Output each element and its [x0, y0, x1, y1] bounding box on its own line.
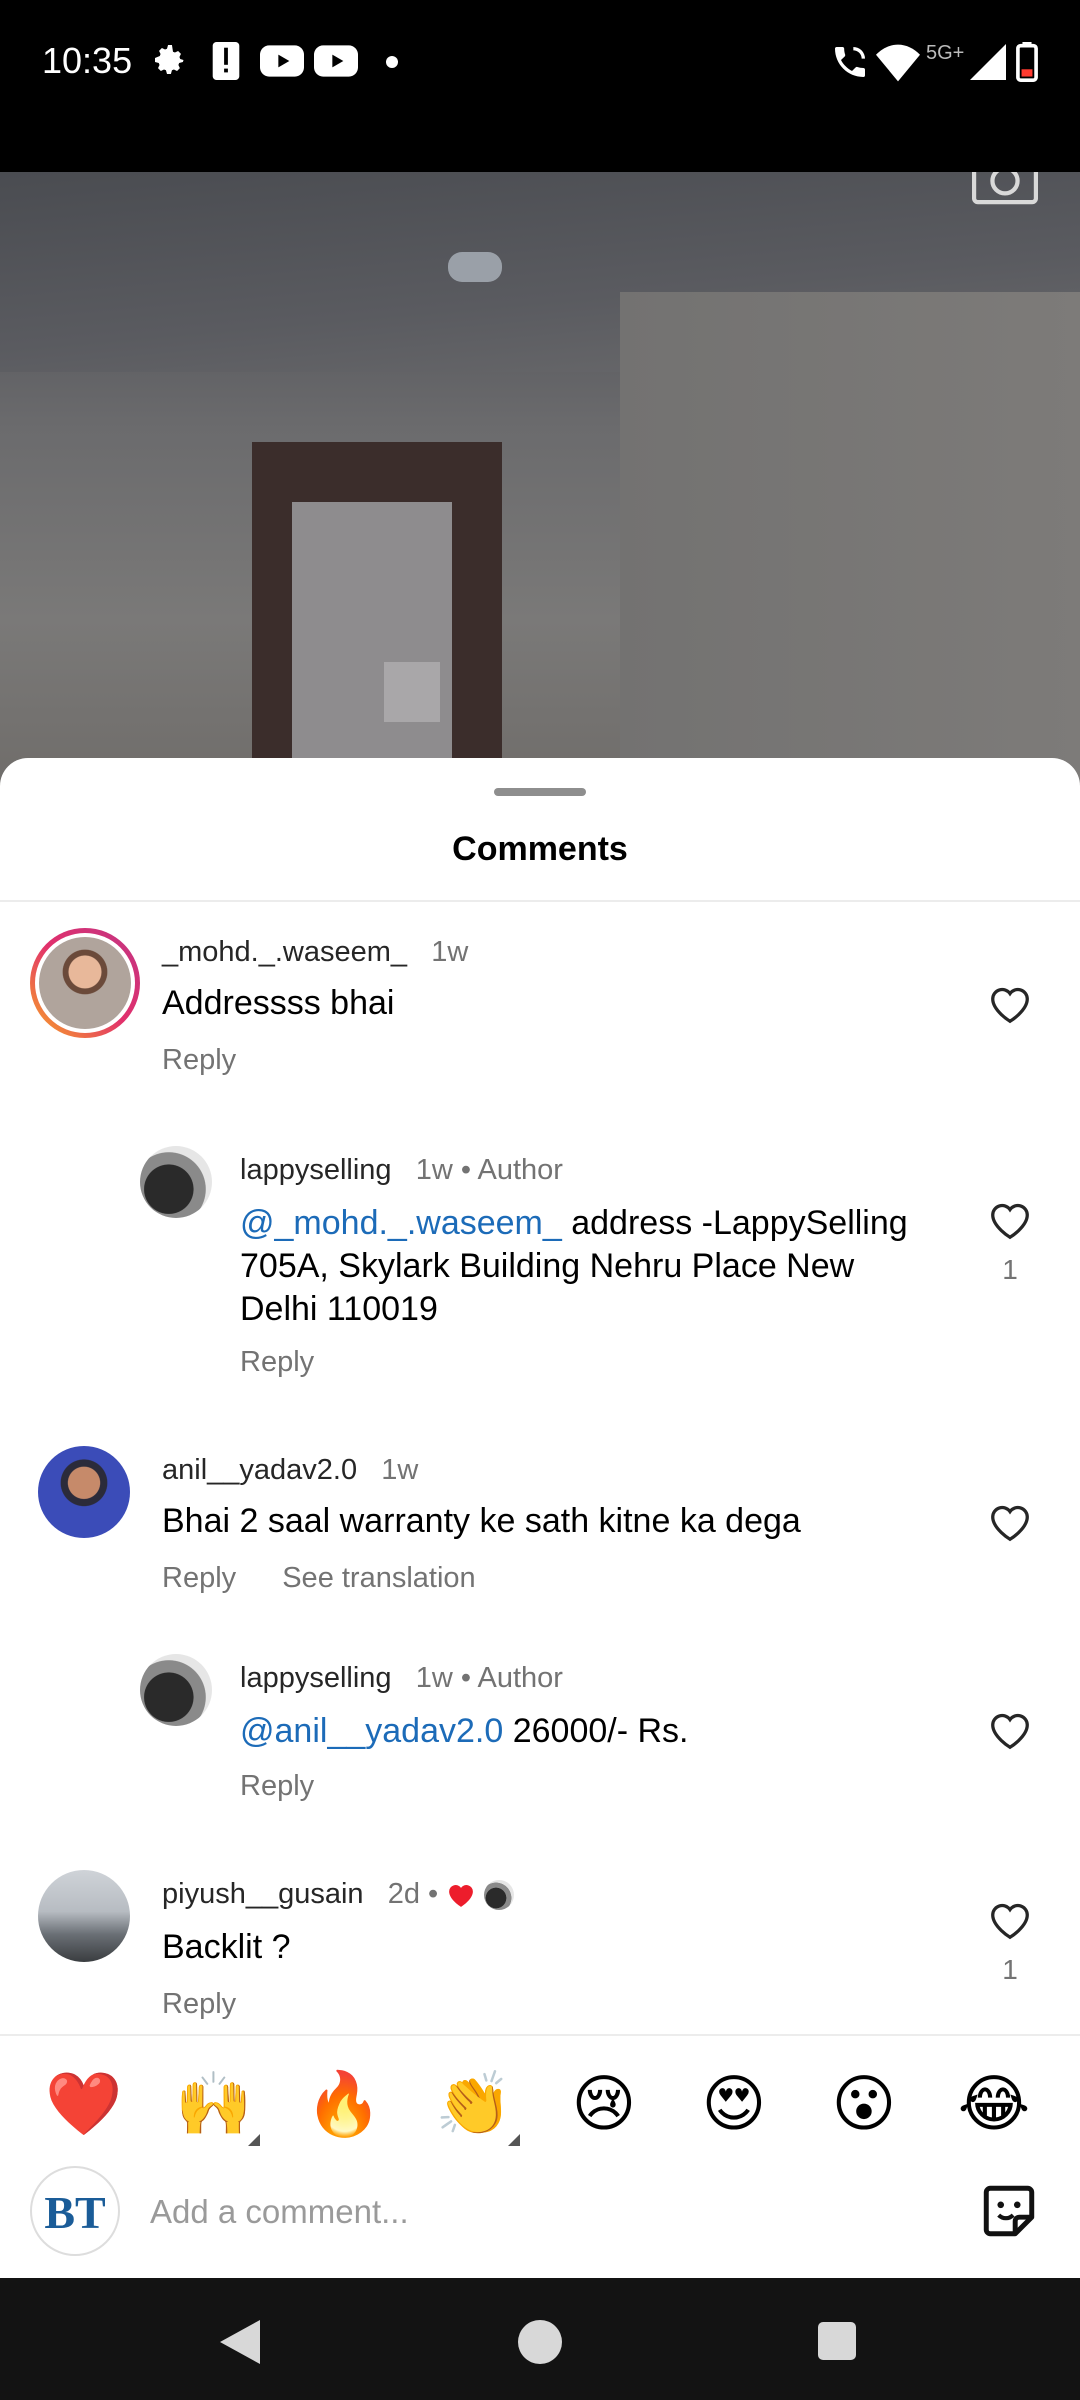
avatar-logo-text: BT: [44, 2187, 106, 2238]
back-icon[interactable]: [220, 2320, 260, 2364]
reply-button[interactable]: Reply: [162, 1988, 236, 2020]
wall: [620, 292, 1080, 812]
comment-time: 1w: [381, 1454, 419, 1486]
comment-header: piyush__gusain 2d •: [162, 1878, 515, 1911]
reply-button[interactable]: Reply: [162, 1044, 236, 1076]
separator-dot: •: [460, 1662, 478, 1694]
reply-button[interactable]: Reply: [240, 1346, 314, 1378]
network-type: 5G+: [926, 42, 965, 64]
emoji-heart-eyes-button[interactable]: 😍: [694, 2064, 774, 2144]
status-time: 10:35: [42, 40, 133, 81]
home-icon[interactable]: [518, 2320, 562, 2364]
youtube-icon: [314, 45, 358, 77]
comment-text-part: 26000/- Rs.: [503, 1712, 689, 1750]
comment-text: Bhai 2 saal warranty ke sath kitne ka de…: [162, 1502, 801, 1540]
sticker-icon[interactable]: [978, 2180, 1040, 2242]
like-count: 1: [1002, 1254, 1018, 1285]
comment-header: lappyselling 1w • Author: [240, 1662, 563, 1695]
creator-liked-heart-icon: [449, 1885, 474, 1908]
comment-header: _mohd._.waseem_ 1w: [162, 936, 468, 969]
comment-text-part: 705A, Skylark Building Nehru Place New: [240, 1247, 855, 1285]
ceiling-fixture: [448, 252, 502, 282]
avatar[interactable]: [30, 928, 140, 1038]
gear-icon: [155, 45, 184, 74]
username[interactable]: piyush__gusain: [162, 1878, 364, 1910]
wifi-call-icon: [835, 47, 865, 77]
emoji-surprised-button[interactable]: 😮: [824, 2064, 904, 2144]
door: [252, 442, 502, 812]
skin-tone-indicator: [248, 2134, 260, 2146]
emoji-raised-hands-button[interactable]: 🙌: [174, 2064, 254, 2144]
comment-actions: Reply See translation: [162, 1562, 514, 1595]
author-tag: Author: [477, 1154, 563, 1186]
battery-icon: [1016, 42, 1038, 82]
mention-link[interactable]: @_mohd._.waseem_: [240, 1204, 562, 1242]
like-count: 1: [1002, 1954, 1018, 1985]
comment-text: @_mohd._.waseem_ address -LappySelling 7…: [240, 1202, 960, 1331]
comment-text-part: address -LappySelling: [561, 1204, 908, 1242]
see-translation-button[interactable]: See translation: [282, 1562, 475, 1594]
comment-text-part: Delhi 110019: [240, 1290, 438, 1328]
divider: [0, 900, 1080, 902]
comment-header: anil__yadav2.0 1w: [162, 1454, 418, 1487]
emoji-laughing-button[interactable]: 😂: [954, 2064, 1034, 2144]
comment-time: 1w: [431, 936, 469, 968]
emoji-heart-button[interactable]: ❤️: [44, 2064, 124, 2144]
mention-link[interactable]: @anil__yadav2.0: [240, 1712, 503, 1750]
heart-icon[interactable]: [988, 1502, 1032, 1542]
avatar[interactable]: [38, 1446, 130, 1538]
comment-actions: Reply: [240, 1770, 352, 1803]
drag-handle[interactable]: [494, 788, 586, 796]
emoji-crying-button[interactable]: 😢: [564, 2064, 644, 2144]
sheet-title: Comments: [452, 830, 628, 868]
status-bar: 10:35 5G+: [0, 0, 1080, 172]
heart-icon[interactable]: [988, 984, 1032, 1024]
comment-time: 1w: [415, 1662, 453, 1694]
dot-icon: [386, 56, 398, 68]
emoji-fire-button[interactable]: 🔥: [304, 2064, 384, 2144]
username[interactable]: lappyselling: [240, 1154, 392, 1186]
recents-icon[interactable]: [818, 2322, 856, 2360]
reply-button[interactable]: Reply: [162, 1562, 236, 1594]
avatar[interactable]: [140, 1654, 212, 1726]
comment-input[interactable]: [150, 2184, 910, 2240]
separator-dot: •: [460, 1154, 478, 1186]
username[interactable]: lappyselling: [240, 1662, 392, 1694]
signal-icon: [970, 44, 1006, 80]
alert-icon: [212, 42, 240, 80]
avatar[interactable]: [38, 1870, 130, 1962]
comment-actions: Reply: [240, 1346, 352, 1379]
heart-icon[interactable]: [988, 1200, 1032, 1240]
comment-header: lappyselling 1w • Author: [240, 1154, 563, 1187]
youtube-icon: [260, 45, 304, 77]
wifi-icon: [876, 44, 920, 82]
comment-actions: Reply: [162, 1988, 274, 2021]
avatar[interactable]: [140, 1146, 212, 1218]
current-user-avatar: BT: [30, 2166, 120, 2256]
comment-time: 2d: [387, 1878, 420, 1910]
comment-input-bar: BT: [0, 2160, 1080, 2278]
emoji-clap-button[interactable]: 👏: [434, 2064, 514, 2144]
camera-icon[interactable]: [972, 172, 1038, 206]
comment-text: @anil__yadav2.0 26000/- Rs.: [240, 1710, 960, 1753]
comment-text: Backlit ?: [162, 1928, 291, 1966]
door-notice: [384, 662, 440, 722]
comment-text: Addressss bhai: [162, 984, 395, 1022]
comment-actions: Reply: [162, 1044, 274, 1077]
heart-icon[interactable]: [988, 1900, 1032, 1940]
comment-time: 1w: [415, 1154, 453, 1186]
heart-icon[interactable]: [988, 1710, 1032, 1750]
username[interactable]: _mohd._.waseem_: [162, 936, 407, 968]
creator-avatar-mini: [484, 1880, 515, 1911]
system-nav-bar: [0, 2278, 1080, 2400]
reply-button[interactable]: Reply: [240, 1770, 314, 1802]
video-background[interactable]: [0, 172, 1080, 812]
username[interactable]: anil__yadav2.0: [162, 1454, 357, 1486]
separator-dot: •: [428, 1878, 447, 1910]
skin-tone-indicator: [508, 2134, 520, 2146]
author-tag: Author: [477, 1662, 563, 1694]
